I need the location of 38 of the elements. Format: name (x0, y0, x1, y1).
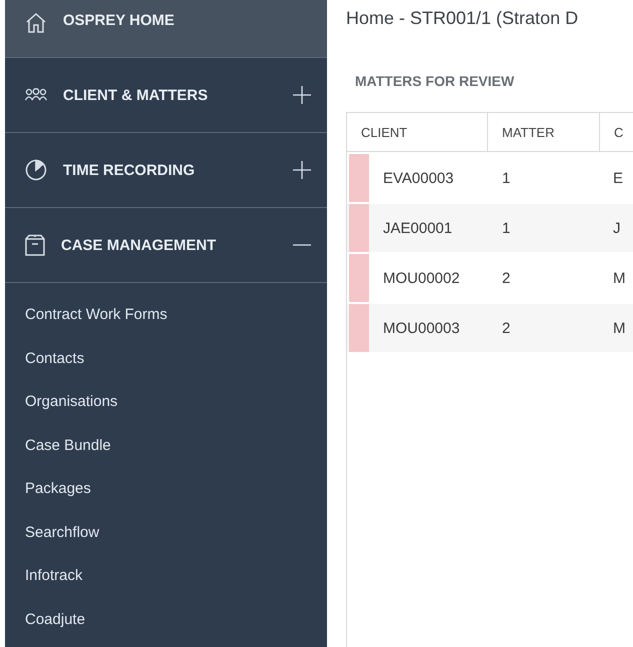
table-cell: M (613, 320, 626, 336)
nav-link[interactable]: Contract Work Forms (5, 293, 188, 336)
nav-label: TIME RECORDING (63, 162, 196, 178)
nav-label: CASE MANAGEMENT (61, 236, 218, 254)
table-cell: 1 (502, 220, 510, 236)
column-header[interactable]: C (600, 113, 633, 151)
people-icon (25, 88, 47, 102)
nav-link[interactable]: Infotrack (5, 554, 103, 598)
home-icon (25, 12, 47, 34)
section-title: MATTERS FOR REVIEW (355, 73, 514, 89)
nav-link[interactable]: Organisations (5, 380, 138, 424)
column-header[interactable]: MATTER (488, 113, 600, 151)
page-title: Home - STR001/1 (Straton D (346, 8, 580, 29)
expand-icon[interactable] (293, 161, 311, 179)
nav-label: CLIENT & MATTERS (63, 86, 209, 104)
nav-link[interactable]: Coadjute (5, 598, 106, 641)
table-cell: M (613, 270, 626, 286)
column-header[interactable]: CLIENT (347, 113, 488, 151)
nav-label: OSPREY HOME (63, 12, 176, 29)
table-cell: MOU00003 (383, 320, 460, 336)
table-row[interactable]: JAE00001 1 J (347, 204, 633, 252)
table-cell: E (613, 170, 624, 186)
table-cell: 2 (502, 320, 510, 336)
clock-icon (25, 159, 47, 181)
table-cell: MOU00002 (383, 270, 460, 286)
nav-link[interactable]: Contacts (5, 336, 104, 380)
nav-link[interactable]: Packages (5, 467, 111, 510)
table-cell: 2 (502, 270, 510, 286)
table-cell: EVA00003 (383, 170, 454, 186)
table-cell: 1 (502, 170, 510, 186)
case-icon (25, 234, 45, 256)
nav-link[interactable]: Case Bundle (5, 424, 131, 467)
nav-home-item[interactable]: OSPREY HOME (5, 0, 327, 58)
expand-icon[interactable] (293, 86, 311, 104)
table-cell: J (613, 220, 620, 236)
table-cell: JAE00001 (383, 220, 452, 236)
table-row[interactable]: MOU00003 2 M (347, 304, 633, 352)
nav-link[interactable]: Searchflow (5, 510, 120, 554)
